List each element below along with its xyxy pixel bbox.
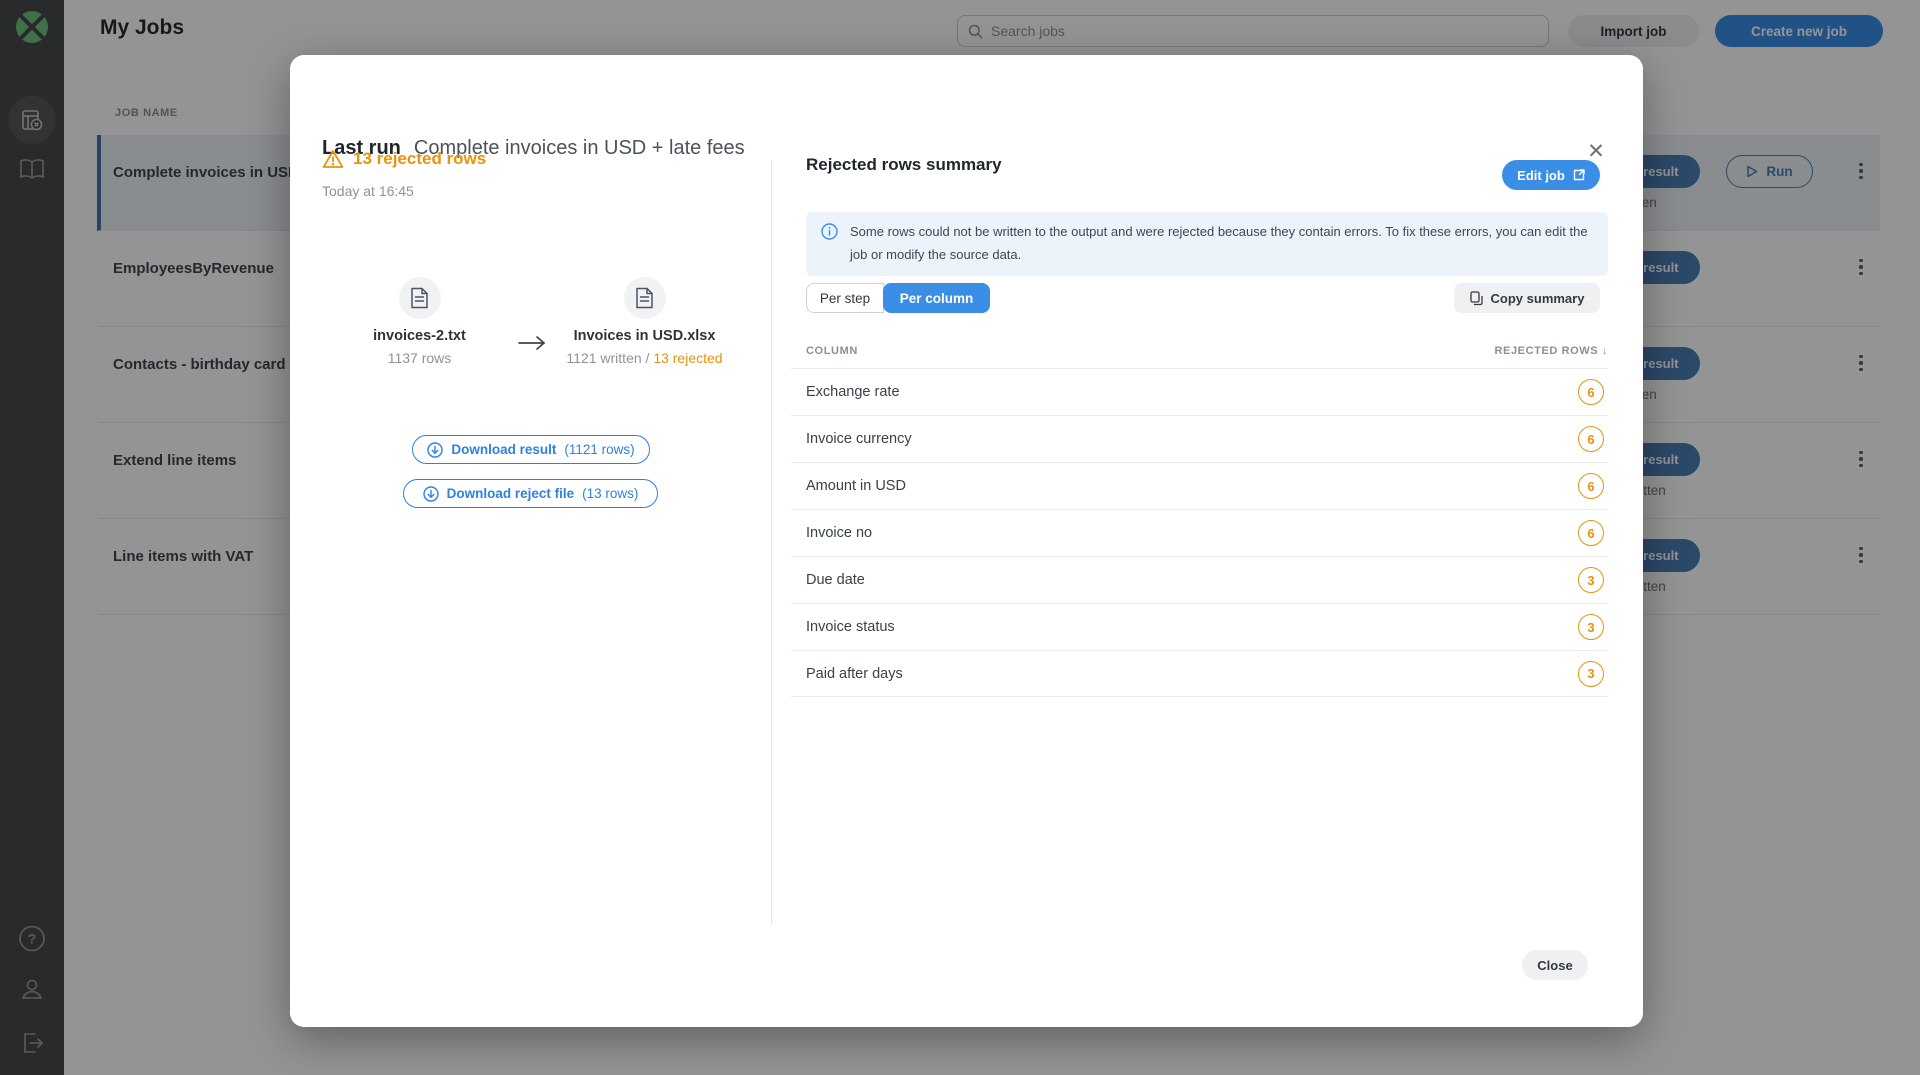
download-reject-file-button[interactable]: Download reject file(13 rows)	[403, 479, 658, 508]
rejected-rows-header[interactable]: REJECTED ROWS ↓	[1494, 345, 1608, 357]
summary-column-name: Due date	[806, 572, 865, 588]
summary-column-name: Amount in USD	[806, 478, 906, 494]
app-root: My Jobs Import job Create new job JOB NA…	[0, 0, 1920, 1075]
info-icon	[821, 223, 838, 240]
summary-column-name: Invoice no	[806, 525, 872, 541]
rejected-rows-headline: 13 rejected rows	[353, 149, 486, 169]
rejected-count-badge: 6	[1578, 379, 1604, 405]
warning-icon	[322, 149, 344, 169]
source-file-meta: 1137 rows	[388, 350, 452, 366]
rejected-count-badge: 3	[1578, 614, 1604, 640]
panel-divider	[771, 160, 772, 925]
rejected-count-badge: 3	[1578, 661, 1604, 687]
target-file-card: Invoices in USD.xlsx 1121 written / 13 r…	[557, 277, 732, 366]
target-file-meta: 1121 written / 13 rejected	[566, 350, 722, 366]
arrow-right-icon	[517, 335, 547, 351]
summary-view-toggle: Per step Per column	[806, 283, 990, 313]
file-icon	[399, 277, 441, 319]
per-step-tab[interactable]: Per step	[806, 283, 884, 313]
rejected-summary-heading: Rejected rows summary	[806, 155, 1002, 175]
summary-column-name: Invoice currency	[806, 431, 912, 447]
source-file-card: invoices-2.txt 1137 rows	[332, 277, 507, 366]
target-file-name: Invoices in USD.xlsx	[574, 328, 716, 344]
last-run-dialog: Last run Complete invoices in USD + late…	[290, 55, 1643, 1027]
summary-row[interactable]: Invoice no 6	[791, 509, 1608, 556]
file-flow: invoices-2.txt 1137 rows Invoices in USD…	[332, 277, 732, 366]
edit-job-button[interactable]: Edit job	[1502, 160, 1600, 190]
summary-row[interactable]: Amount in USD 6	[791, 462, 1608, 509]
sort-desc-icon: ↓	[1602, 345, 1608, 357]
summary-table-header: COLUMN REJECTED ROWS ↓	[806, 345, 1608, 357]
per-column-tab[interactable]: Per column	[883, 283, 990, 313]
summary-row[interactable]: Paid after days 3	[791, 650, 1608, 697]
column-header: COLUMN	[806, 345, 858, 357]
rejected-count-badge: 6	[1578, 520, 1604, 546]
rejected-count-badge: 3	[1578, 567, 1604, 593]
summary-row[interactable]: Invoice currency 6	[791, 415, 1608, 462]
download-result-button[interactable]: Download result(1121 rows)	[412, 435, 650, 464]
file-icon	[624, 277, 666, 319]
copy-icon	[1470, 291, 1483, 306]
summary-row[interactable]: Invoice status 3	[791, 603, 1608, 650]
summary-column-name: Paid after days	[806, 666, 903, 682]
rejected-count-badge: 6	[1578, 473, 1604, 499]
copy-summary-button[interactable]: Copy summary	[1454, 283, 1600, 313]
info-banner: Some rows could not be written to the ou…	[806, 212, 1608, 276]
run-timestamp: Today at 16:45	[322, 183, 414, 199]
summary-table: Exchange rate6Invoice currency6Amount in…	[791, 368, 1608, 697]
rejected-count-text: 13 rejected	[653, 350, 722, 366]
summary-row[interactable]: Exchange rate 6	[791, 368, 1608, 415]
summary-column-name: Invoice status	[806, 619, 895, 635]
source-file-name: invoices-2.txt	[373, 328, 466, 344]
summary-column-name: Exchange rate	[806, 384, 900, 400]
info-banner-text: Some rows could not be written to the ou…	[850, 224, 1588, 262]
summary-row[interactable]: Due date 3	[791, 556, 1608, 603]
rejected-count-badge: 6	[1578, 426, 1604, 452]
close-button[interactable]: Close	[1522, 950, 1588, 980]
external-link-icon	[1573, 169, 1585, 181]
